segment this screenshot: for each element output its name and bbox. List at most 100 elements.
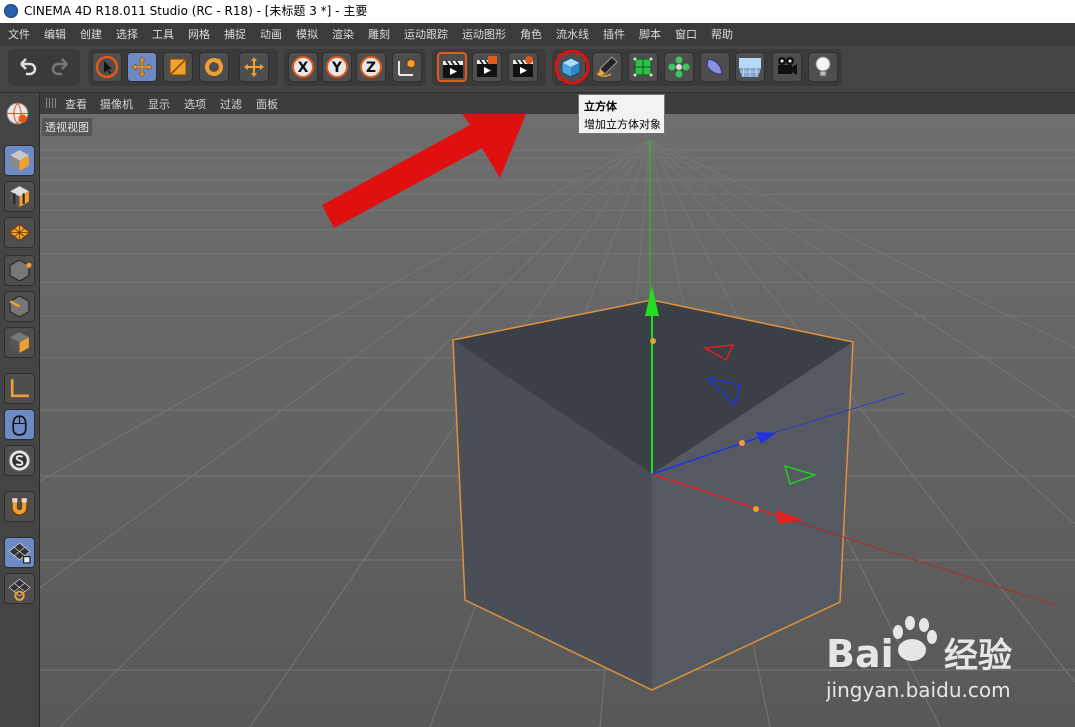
light-button[interactable] xyxy=(808,52,838,82)
axis-y-label: Y xyxy=(331,60,343,76)
texture-mode-button[interactable] xyxy=(4,181,35,212)
render-settings-button[interactable] xyxy=(508,52,538,82)
cursor-icon xyxy=(95,55,119,79)
globe-icon xyxy=(6,102,29,125)
x-axis-lock-button[interactable]: X xyxy=(288,52,318,82)
menu-create[interactable]: 创建 xyxy=(80,28,102,41)
watermark-brand-right: 经验 xyxy=(944,636,1012,676)
bend-deformer-button[interactable] xyxy=(700,52,730,82)
viewport-label: 透视视图 xyxy=(42,118,92,136)
viewport-menu-view[interactable]: 查看 xyxy=(65,96,87,112)
cloner-button[interactable] xyxy=(664,52,694,82)
undo-icon xyxy=(20,58,37,76)
checker-cube-icon xyxy=(10,186,29,207)
redo-icon xyxy=(51,58,68,76)
cube-tooltip: 立方体 增加立方体对象 xyxy=(578,94,665,134)
workplane-mode-button[interactable] xyxy=(4,217,35,248)
planar-workplane-button[interactable] xyxy=(4,573,35,604)
mouse-icon xyxy=(12,415,27,436)
menu-simulate[interactable]: 模拟 xyxy=(296,28,318,41)
rotate-icon xyxy=(205,58,223,76)
y-axis-lock-button[interactable]: Y xyxy=(322,52,352,82)
render-picture-viewer-icon xyxy=(477,56,497,77)
viewport-menu-filter[interactable]: 过滤 xyxy=(220,96,242,112)
left-toolbar xyxy=(0,93,40,727)
transform-icon xyxy=(244,57,264,77)
subdivision-surface-button[interactable] xyxy=(628,52,658,82)
redo-button[interactable] xyxy=(46,52,76,82)
menu-script[interactable]: 脚本 xyxy=(639,28,661,41)
magnet-icon xyxy=(11,497,28,516)
viewport-menu-bar: 查看 摄像机 显示 选项 过滤 面板 xyxy=(40,93,1075,114)
floor-button[interactable] xyxy=(735,52,765,82)
menu-file[interactable]: 文件 xyxy=(8,28,30,41)
tooltip-description: 增加立方体对象 xyxy=(584,118,661,131)
light-bulb-icon xyxy=(815,56,831,77)
menu-edit[interactable]: 编辑 xyxy=(44,28,66,41)
move-tool-button[interactable] xyxy=(127,52,157,82)
watermark-brand-left: Bai xyxy=(826,632,894,676)
menu-plugins[interactable]: 插件 xyxy=(603,28,625,41)
watermark-url: jingyan.baidu.com xyxy=(826,678,1011,702)
workplane-globe-button[interactable] xyxy=(2,98,36,132)
magnet-snap-button[interactable] xyxy=(4,491,35,522)
model-cube-icon xyxy=(10,150,29,171)
snap-enable-button[interactable] xyxy=(4,445,35,476)
tweak-mode-button[interactable] xyxy=(4,409,35,440)
menu-snap[interactable]: 捕捉 xyxy=(224,28,246,41)
title-bar: CINEMA 4D R18.011 Studio (RC - R18) - [未… xyxy=(0,0,1075,23)
paw-logo-icon xyxy=(893,616,937,661)
menu-window[interactable]: 窗口 xyxy=(675,28,697,41)
floor-grid-icon xyxy=(739,58,761,78)
cloner-icon xyxy=(668,56,690,78)
scale-tool-button[interactable] xyxy=(163,52,193,82)
baidu-jingyan-watermark: Bai 经验 jingyan.baidu.com xyxy=(825,610,1066,705)
render-view-button[interactable] xyxy=(437,52,467,82)
viewport-menu-cameras[interactable]: 摄像机 xyxy=(100,96,133,112)
menu-character[interactable]: 角色 xyxy=(520,28,542,41)
axis-mode-button[interactable] xyxy=(4,373,35,404)
menu-bar: 文件 编辑 创建 选择 工具 网格 捕捉 动画 模拟 渲染 雕刻 运动跟踪 运动… xyxy=(0,23,1075,46)
select-tool-button[interactable] xyxy=(92,52,122,82)
clapperboard-icon xyxy=(443,60,463,78)
transform-tool-button[interactable] xyxy=(239,52,269,82)
axis-corner-icon xyxy=(10,379,29,398)
camera-button[interactable] xyxy=(772,52,802,82)
menu-select[interactable]: 选择 xyxy=(116,28,138,41)
menu-tools[interactable]: 工具 xyxy=(152,28,174,41)
edges-mode-button[interactable] xyxy=(4,291,35,322)
points-mode-button[interactable] xyxy=(4,255,35,286)
window-title: CINEMA 4D R18.011 Studio (RC - R18) - [未… xyxy=(24,4,368,18)
polygons-cube-icon xyxy=(10,332,29,353)
viewport-menu-panel[interactable]: 面板 xyxy=(256,96,278,112)
undo-button[interactable] xyxy=(12,52,42,82)
workplane-grid-icon xyxy=(8,223,31,242)
polygons-mode-button[interactable] xyxy=(4,327,35,358)
z-axis-lock-button[interactable]: Z xyxy=(356,52,386,82)
menu-sculpt[interactable]: 雕刻 xyxy=(368,28,390,41)
cube-button-highlight xyxy=(554,49,590,85)
menu-mograph[interactable]: 运动图形 xyxy=(462,28,506,41)
subdivision-surface-icon xyxy=(633,57,653,77)
bend-deformer-icon xyxy=(706,58,723,75)
menu-help[interactable]: 帮助 xyxy=(711,28,733,41)
tooltip-title: 立方体 xyxy=(584,100,617,113)
menu-pipeline[interactable]: 流水线 xyxy=(556,28,589,41)
move-arrows-icon xyxy=(131,56,153,78)
menu-motion-tracker[interactable]: 运动跟踪 xyxy=(404,28,448,41)
menu-render[interactable]: 渲染 xyxy=(332,28,354,41)
pen-spline-button[interactable] xyxy=(592,52,622,82)
model-mode-button[interactable] xyxy=(4,145,35,176)
menu-mesh[interactable]: 网格 xyxy=(188,28,210,41)
lock-workplane-button[interactable] xyxy=(4,537,35,568)
viewport-menu-options[interactable]: 选项 xyxy=(184,96,206,112)
cinema4d-logo-icon xyxy=(4,4,18,18)
points-cube-icon xyxy=(9,259,32,282)
rotate-tool-button[interactable] xyxy=(199,52,229,82)
render-settings-icon xyxy=(513,56,533,77)
menu-animate[interactable]: 动画 xyxy=(260,28,282,41)
render-to-picture-viewer-button[interactable] xyxy=(472,52,502,82)
viewport-menu-display[interactable]: 显示 xyxy=(148,96,170,112)
coordinate-system-button[interactable] xyxy=(392,52,422,82)
z-axis-icon: Z xyxy=(360,56,382,78)
